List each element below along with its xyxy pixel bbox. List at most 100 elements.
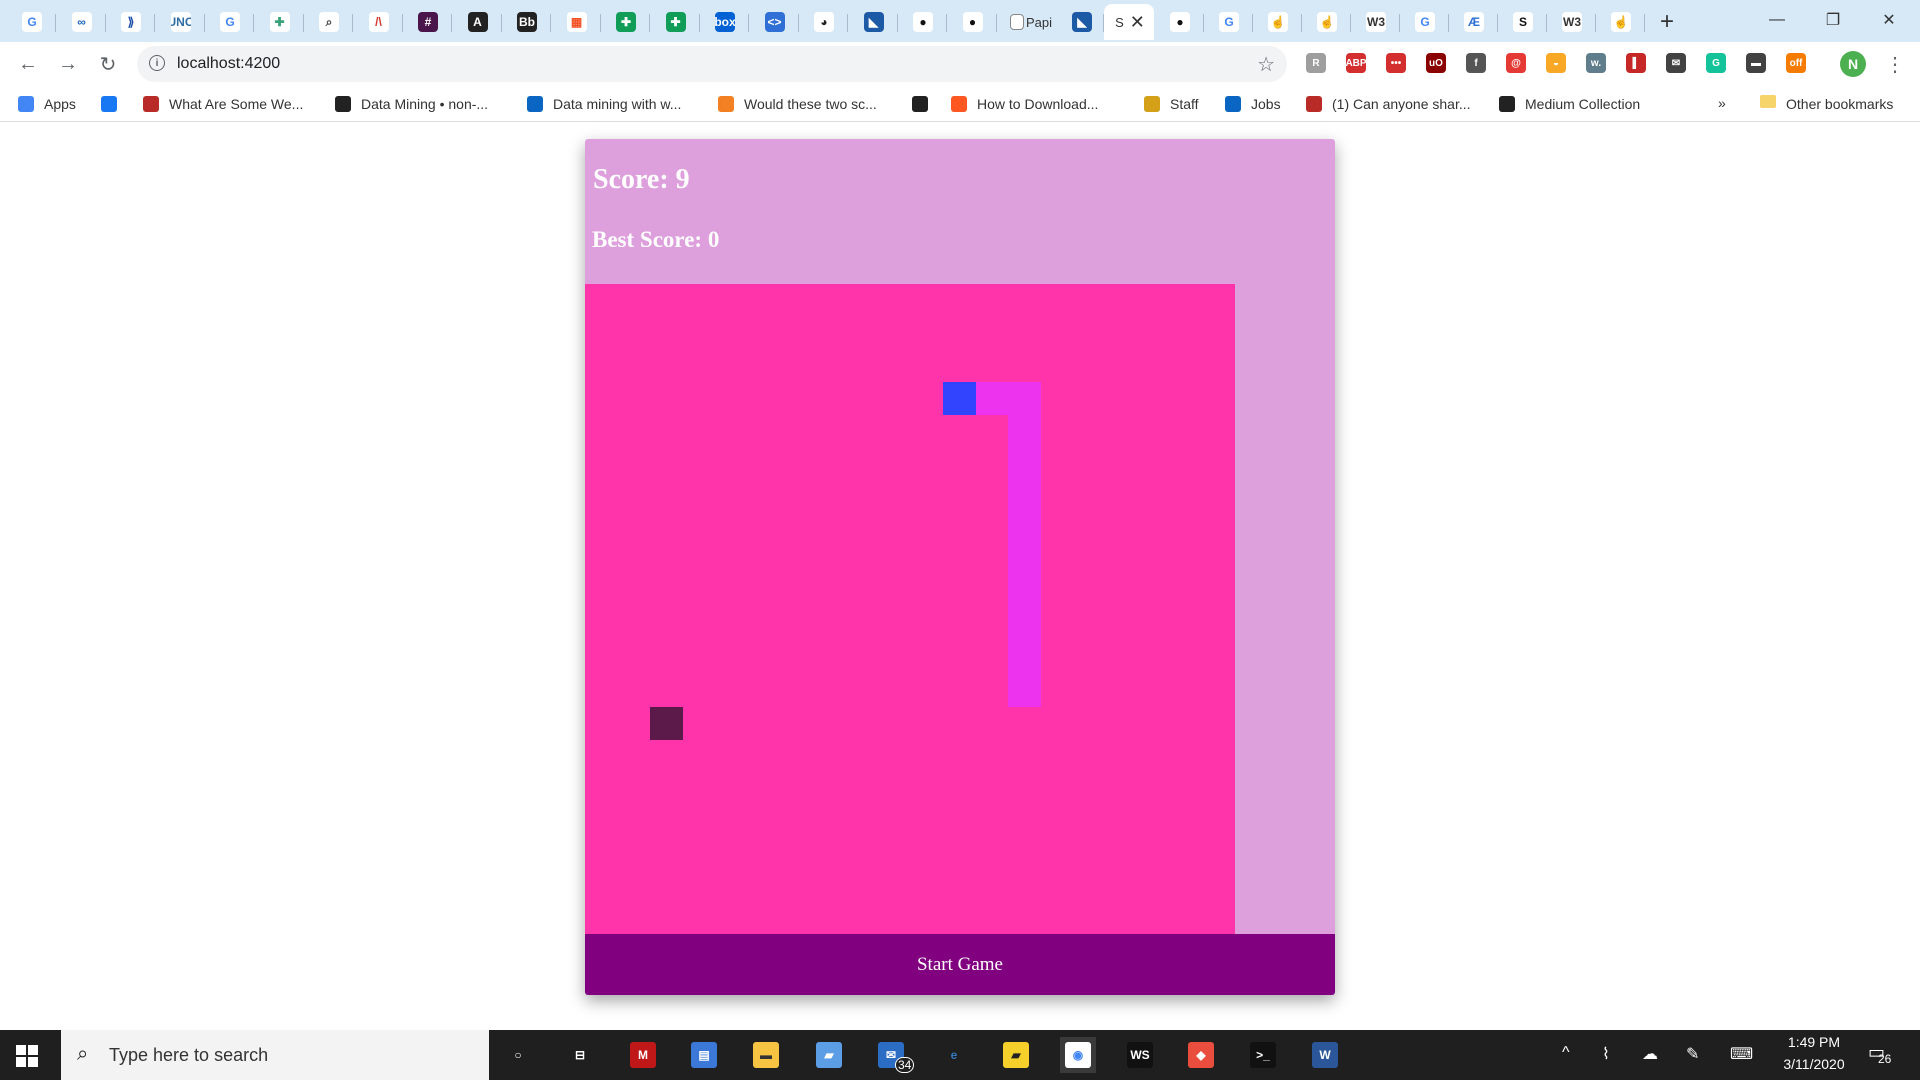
pinned-tab[interactable]: ✚	[652, 4, 700, 40]
coupon-icon[interactable]: off	[1786, 53, 1806, 73]
pinned-tab[interactable]: ☝	[1597, 4, 1645, 40]
bookmark-star-icon[interactable]: ☆	[1257, 52, 1275, 77]
task-view-taskbar-button[interactable]: ⊟	[562, 1037, 598, 1073]
lastpass-icon[interactable]: •••	[1386, 53, 1406, 73]
pinned-tab[interactable]: G	[8, 4, 56, 40]
reload-button[interactable]: ↻	[92, 48, 124, 80]
pinned-tab[interactable]: ●	[949, 4, 997, 40]
bookmark-item[interactable]: Medium Collection	[1499, 93, 1640, 115]
chrome-taskbar-button[interactable]: ◉	[1060, 1037, 1096, 1073]
menu-icon[interactable]: ⋮	[1885, 52, 1905, 77]
pinned-tab[interactable]: ●	[899, 4, 947, 40]
pinned-tab[interactable]: Bb	[503, 4, 551, 40]
pc-taskbar-button[interactable]: ▰	[811, 1037, 847, 1073]
pinned-tab[interactable]: A	[454, 4, 502, 40]
minimize-button[interactable]: —	[1754, 0, 1800, 40]
bookmark-item[interactable]: Jobs	[1225, 93, 1281, 115]
url-text[interactable]: localhost:4200	[177, 55, 280, 73]
maximize-button[interactable]: ❐	[1810, 0, 1856, 40]
pinned-tab[interactable]: #	[404, 4, 452, 40]
tab-active[interactable]: S ✕	[1104, 4, 1154, 40]
tab-close-icon[interactable]: ✕	[1130, 12, 1145, 33]
back-button[interactable]: ←	[12, 48, 44, 80]
word-taskbar-button[interactable]: W	[1307, 1037, 1343, 1073]
bookmark-item[interactable]: (1) Can anyone shar...	[1306, 93, 1471, 115]
pinned-tab[interactable]: box	[701, 4, 749, 40]
bookmark-item[interactable]: Would these two sc...	[718, 93, 877, 115]
info-icon[interactable]: i	[149, 55, 165, 71]
bookmark-item[interactable]: Staff	[1144, 93, 1199, 115]
tab-ninja[interactable]: ◣	[1060, 4, 1104, 40]
profile-avatar[interactable]: N	[1840, 51, 1866, 77]
chevron-up-icon[interactable]: ^	[1562, 1044, 1570, 1062]
sticky-notes-taskbar-button[interactable]: ▰	[998, 1037, 1034, 1073]
forward-button[interactable]: →	[52, 48, 84, 80]
pinned-tab[interactable]: /\	[355, 4, 403, 40]
network-icon[interactable]: ⌇	[1602, 1044, 1610, 1064]
keyboard-icon[interactable]: ⌨	[1730, 1044, 1753, 1064]
webstorm-taskbar-button[interactable]: WS	[1122, 1037, 1158, 1073]
start-game-button[interactable]: Start Game	[585, 934, 1335, 995]
pinned-tab[interactable]: W3	[1548, 4, 1596, 40]
spiral-icon[interactable]: @	[1506, 53, 1526, 73]
mail-taskbar-button[interactable]: ✉ 34	[873, 1037, 915, 1073]
pinned-tab[interactable]: S	[1499, 4, 1547, 40]
git-taskbar-button[interactable]: ◆	[1183, 1037, 1219, 1073]
extension-icon[interactable]: R	[1306, 53, 1326, 73]
pinned-tab[interactable]: W3	[1352, 4, 1400, 40]
tag-icon[interactable]: ▬	[1746, 53, 1766, 73]
pinned-tab[interactable]: ◕	[800, 4, 848, 40]
bookmarks-more-icon[interactable]: »	[1718, 95, 1726, 111]
mcafee-taskbar-button[interactable]: M	[625, 1037, 661, 1073]
pinned-tab[interactable]: ☝	[1303, 4, 1351, 40]
cortana-taskbar-button[interactable]: ○	[500, 1037, 536, 1073]
wordtune-icon[interactable]: w.	[1586, 53, 1606, 73]
pinned-tab[interactable]: ✚	[256, 4, 304, 40]
mail-icon[interactable]: ✉	[1666, 53, 1686, 73]
file-explorer-taskbar-button[interactable]: ▬	[748, 1037, 784, 1073]
store-taskbar-button[interactable]: ▤	[686, 1037, 722, 1073]
bookmark-item[interactable]: How to Download...	[951, 93, 1098, 115]
pinned-tab[interactable]: ✚	[602, 4, 650, 40]
ublock-icon[interactable]: uO	[1426, 53, 1446, 73]
bookmark-item[interactable]	[912, 93, 938, 115]
pinned-tab[interactable]: ●	[1156, 4, 1204, 40]
taskbar-search[interactable]: ⌕ Type here to search	[61, 1030, 489, 1080]
pinned-tab[interactable]: ⌕	[305, 4, 353, 40]
onedrive-icon[interactable]: ☁	[1642, 1044, 1658, 1064]
clock-time[interactable]: 1:49 PM	[1770, 1034, 1858, 1050]
new-tab-button[interactable]: +	[1653, 8, 1681, 36]
other-bookmarks[interactable]: Other bookmarks	[1786, 93, 1893, 115]
edge-taskbar-button[interactable]: e	[936, 1037, 972, 1073]
pinned-tab[interactable]: G	[206, 4, 254, 40]
pinned-tab[interactable]: ☝	[1254, 4, 1302, 40]
book-icon[interactable]: ▌	[1626, 53, 1646, 73]
pinned-tab[interactable]: Æ	[1450, 4, 1498, 40]
search-placeholder[interactable]: Type here to search	[109, 1045, 268, 1066]
pinned-tab[interactable]: ▦	[553, 4, 601, 40]
pinned-tab[interactable]: ⟫	[107, 4, 155, 40]
pinned-tab[interactable]: G	[1205, 4, 1253, 40]
tab-papi[interactable]: Papi	[1006, 4, 1056, 40]
windows-start-icon[interactable]	[16, 1045, 38, 1067]
pinned-tab[interactable]: G	[1401, 4, 1449, 40]
pen-icon[interactable]: ✎	[1686, 1044, 1699, 1064]
honey-icon[interactable]: ◒	[1546, 53, 1566, 73]
pinned-tab[interactable]: ◣	[850, 4, 898, 40]
clock-date[interactable]: 3/11/2020	[1770, 1056, 1858, 1072]
facebook-icon[interactable]: f	[1466, 53, 1486, 73]
notifications-icon[interactable]: ▭ 26	[1868, 1042, 1894, 1066]
bookmark-item[interactable]: Data mining with w...	[527, 93, 681, 115]
bookmark-item[interactable]: What Are Some We...	[143, 93, 303, 115]
bookmark-item[interactable]	[101, 93, 127, 115]
pinned-tab[interactable]: ∞	[58, 4, 106, 40]
bookmark-item[interactable]: Apps	[18, 93, 76, 115]
grammarly-icon[interactable]: G	[1706, 53, 1726, 73]
adblock-icon[interactable]: ABP	[1345, 53, 1367, 73]
address-bar[interactable]: i localhost:4200 ☆	[137, 46, 1287, 82]
terminal-taskbar-button[interactable]: >_	[1245, 1037, 1281, 1073]
pinned-tab[interactable]: <>	[751, 4, 799, 40]
bookmark-item[interactable]: Data Mining • non-...	[335, 93, 488, 115]
close-window-button[interactable]: ✕	[1866, 0, 1912, 40]
pinned-tab[interactable]: UNC	[157, 4, 205, 40]
